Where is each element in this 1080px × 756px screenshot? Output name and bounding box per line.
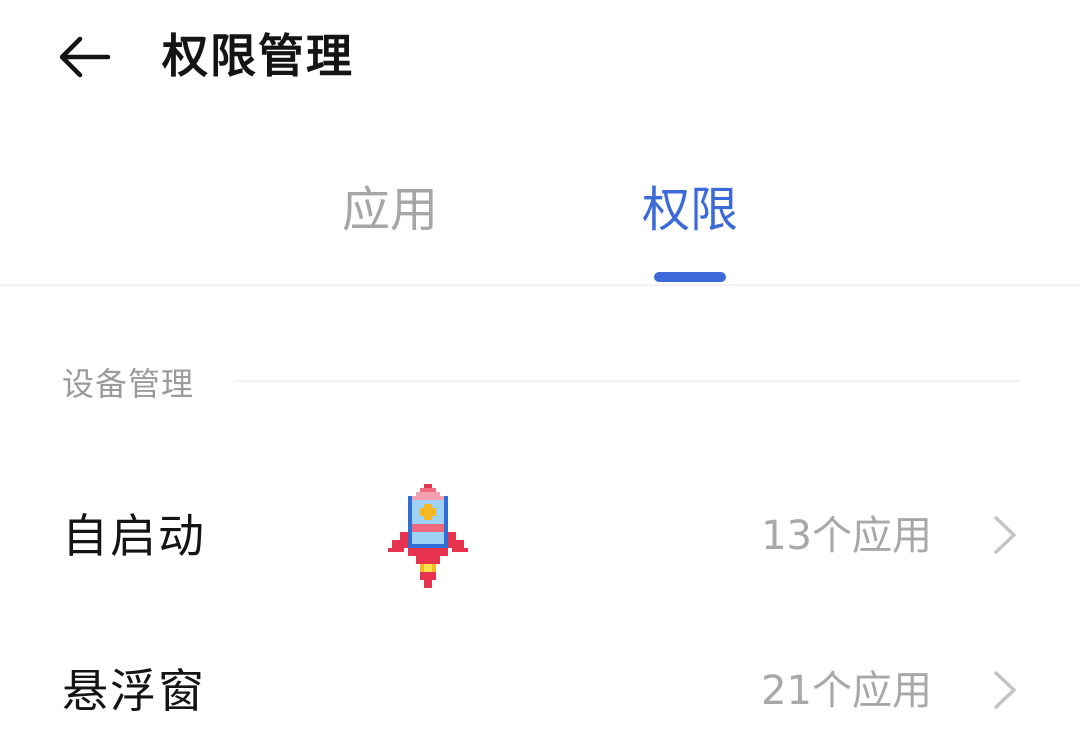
section-label-device-management: 设备管理 — [62, 365, 195, 403]
list-item-floating-window[interactable]: 悬浮窗 21个应用 — [0, 625, 1080, 755]
arrow-left-icon — [59, 36, 111, 78]
list-item-title: 悬浮窗 — [62, 664, 206, 718]
list-item-title: 自启动 — [62, 509, 206, 563]
tab-permissions[interactable]: 权限 — [630, 178, 750, 242]
list-item-count: 21个应用 — [761, 668, 932, 714]
chevron-right-icon — [994, 516, 1016, 554]
chevron-right-icon — [994, 671, 1016, 709]
active-tab-indicator — [654, 272, 726, 282]
list-item-autostart[interactable]: 自启动 13个应用 — [0, 470, 1080, 600]
section-divider — [234, 380, 1020, 382]
back-button[interactable] — [56, 22, 136, 92]
tab-bar-divider — [0, 284, 1080, 286]
list-item-count: 13个应用 — [761, 513, 932, 559]
tab-apps[interactable]: 应用 — [330, 178, 450, 242]
pixel-rocket-icon — [388, 484, 468, 588]
permission-management-page: 权限管理 应用 权限 设备管理 自启动 13个应用 悬浮窗 21个应用 — [0, 0, 1080, 756]
page-title: 权限管理 — [162, 29, 354, 83]
